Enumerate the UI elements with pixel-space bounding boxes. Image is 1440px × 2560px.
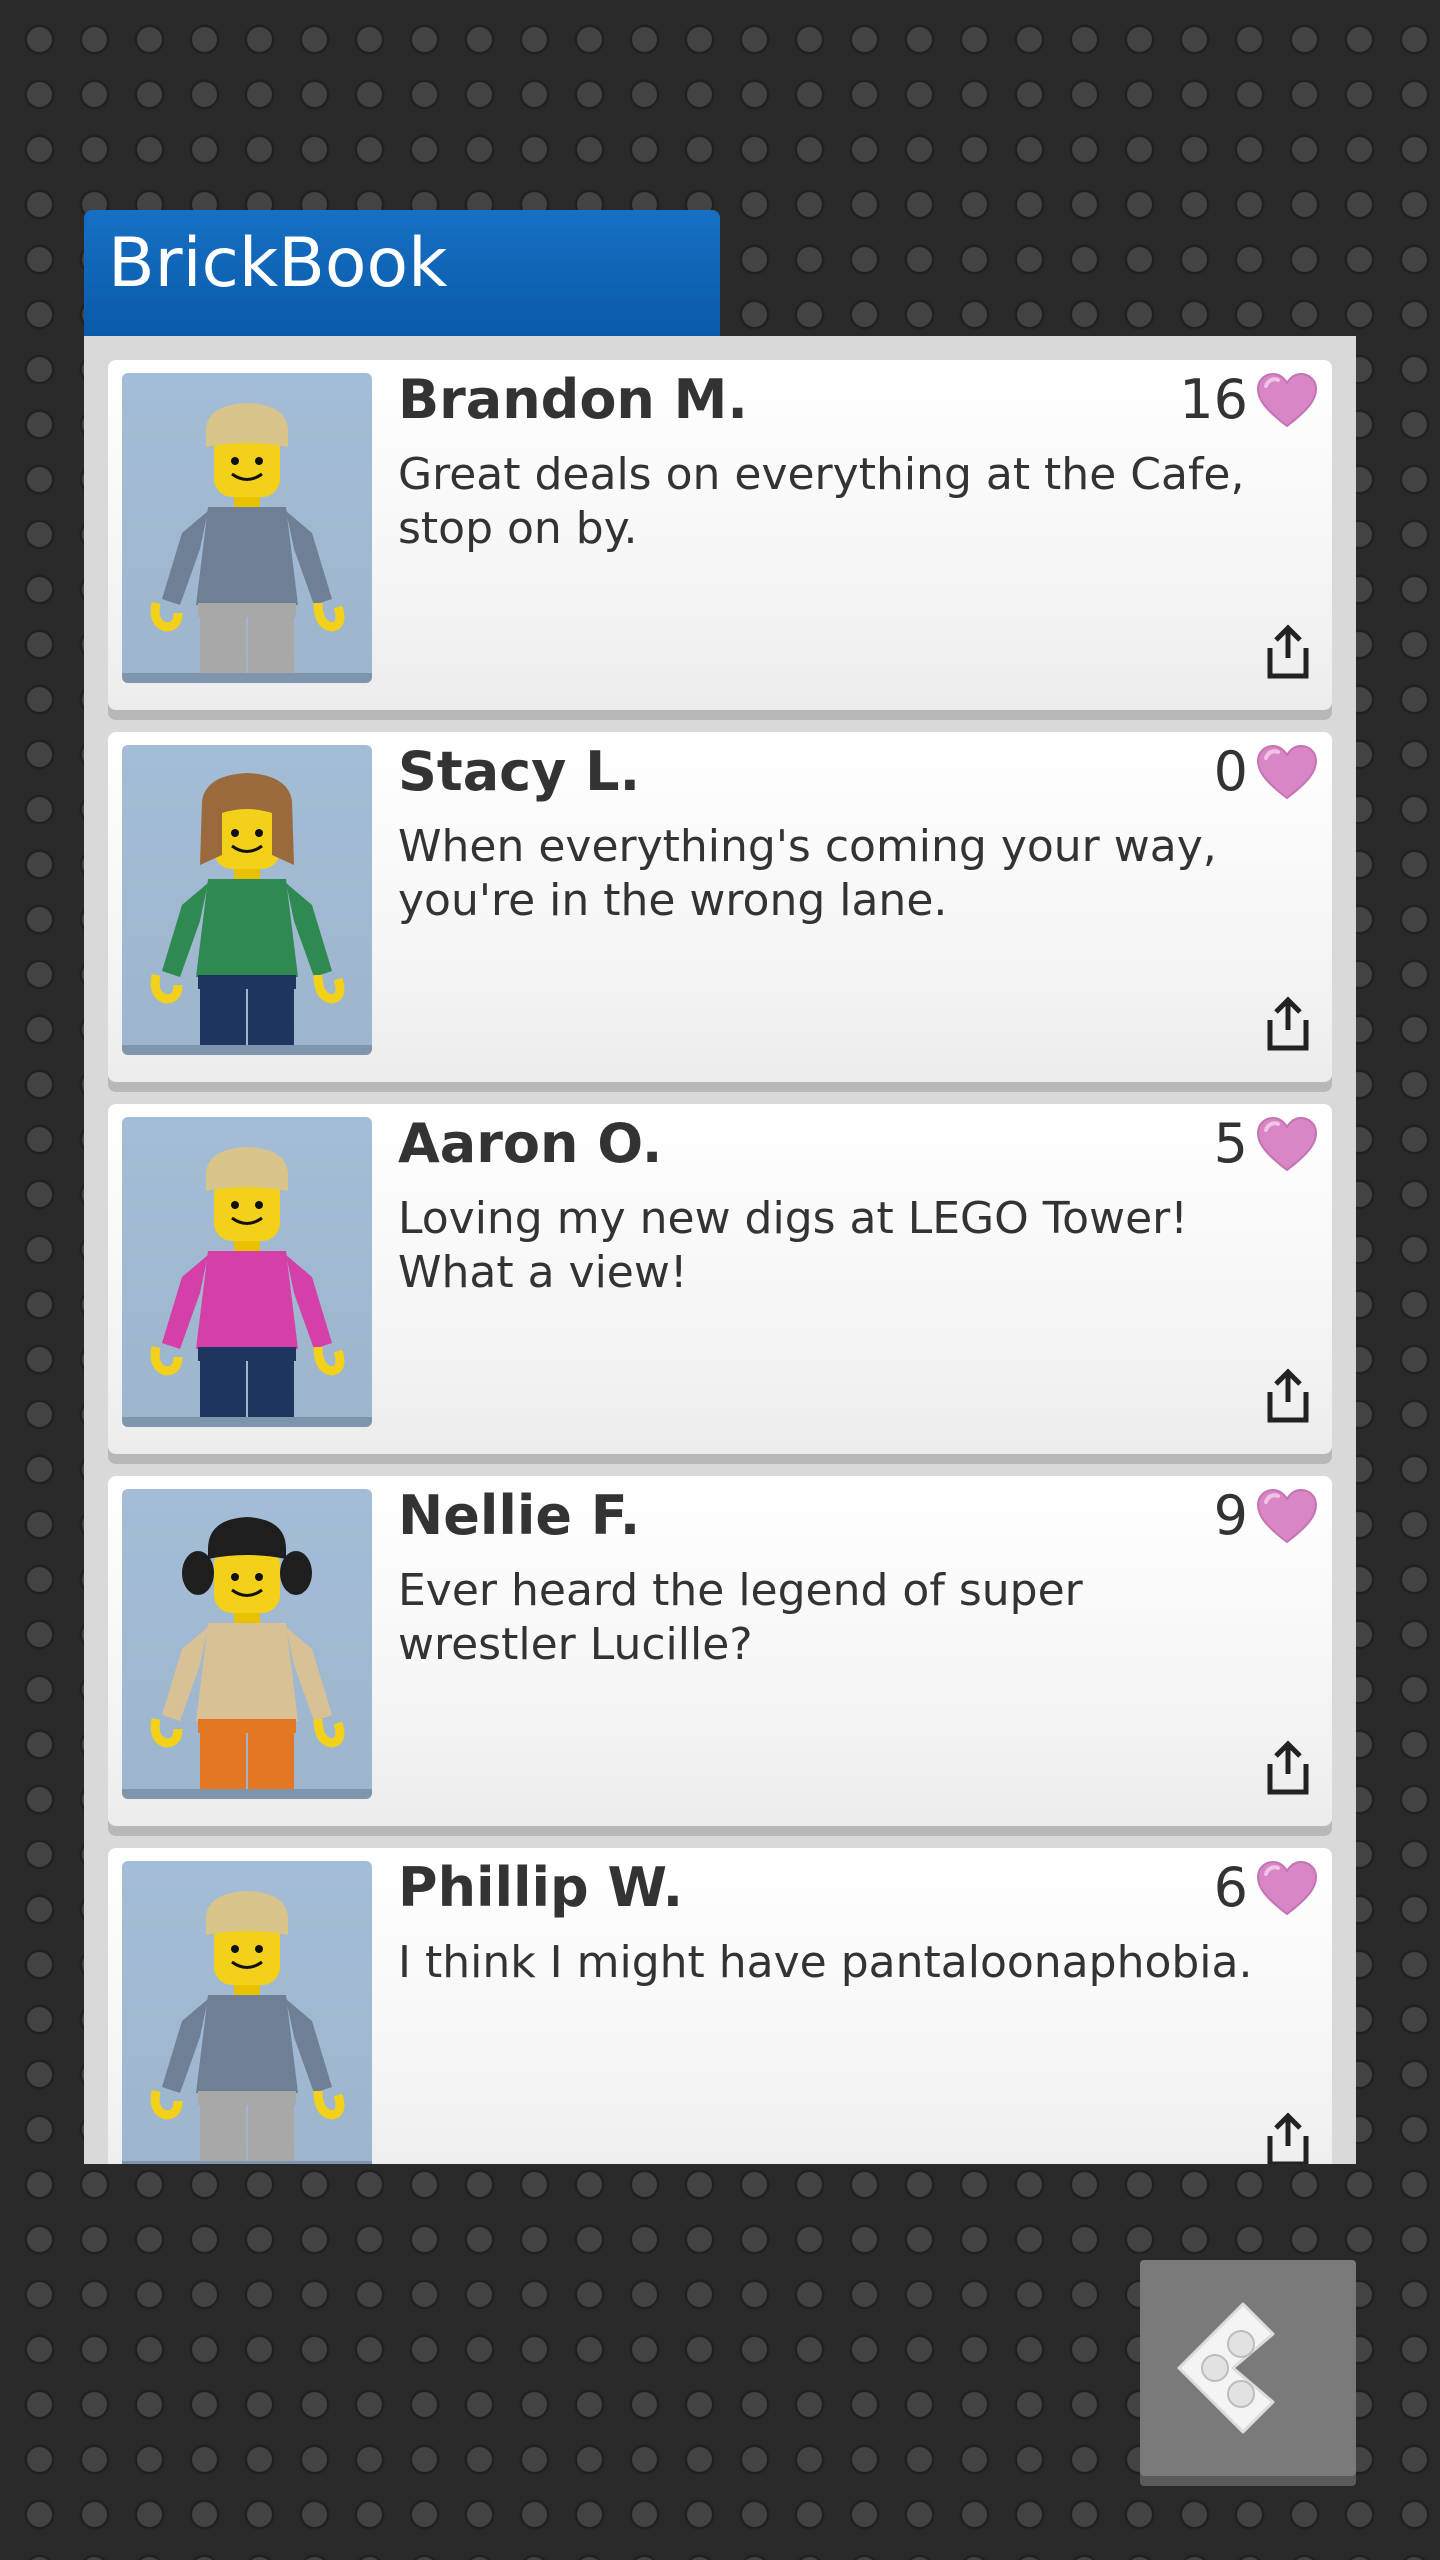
back-button[interactable] — [1140, 2260, 1356, 2476]
post-message: Ever heard the legend of super wrestler … — [398, 1565, 1083, 1671]
share-icon[interactable] — [1262, 2112, 1314, 2164]
like-count: 5 — [1213, 1112, 1248, 1175]
minifigure-image — [150, 1147, 345, 1417]
post-message: Loving my new digs at LEGO Tower! What a… — [398, 1193, 1188, 1299]
post-message: When everything's coming your way, you'r… — [398, 821, 1217, 927]
app-title: BrickBook — [108, 224, 448, 303]
back-arrow-icon — [1177, 2302, 1275, 2434]
share-icon[interactable] — [1262, 1740, 1314, 1796]
avatar[interactable] — [122, 373, 372, 683]
post-card[interactable]: Stacy L. 0 When everything's coming your… — [108, 732, 1332, 1082]
heart-icon[interactable] — [1256, 1488, 1318, 1544]
like-count: 6 — [1213, 1856, 1248, 1919]
post-author-name: Phillip W. — [398, 1856, 684, 1919]
minifigure-image — [150, 1517, 345, 1789]
avatar[interactable] — [122, 1861, 372, 2164]
heart-icon[interactable] — [1256, 372, 1318, 428]
post-card[interactable]: Brandon M. 16 Great deals on everything … — [108, 360, 1332, 710]
like-count: 0 — [1213, 740, 1248, 803]
share-icon[interactable] — [1262, 624, 1314, 680]
share-icon[interactable] — [1262, 1368, 1314, 1424]
like-count: 16 — [1179, 368, 1248, 431]
post-feed[interactable]: Brandon M. 16 Great deals on everything … — [84, 336, 1356, 2164]
like-counter[interactable]: 6 — [1214, 1858, 1318, 1917]
post-author-name: Stacy L. — [398, 740, 641, 803]
avatar[interactable] — [122, 1117, 372, 1427]
minifigure-image — [150, 1891, 345, 2161]
post-author-name: Aaron O. — [398, 1112, 663, 1175]
post-message: I think I might have pantaloonaphobia. — [398, 1937, 1253, 1988]
minifigure-image — [150, 773, 345, 1045]
avatar[interactable] — [122, 745, 372, 1055]
post-message: Great deals on everything at the Cafe, s… — [398, 449, 1245, 555]
post-card[interactable]: Phillip W. 6 I think I might have pantal… — [108, 1848, 1332, 2164]
share-icon[interactable] — [1262, 996, 1314, 1052]
like-counter[interactable]: 9 — [1214, 1486, 1318, 1545]
post-card[interactable]: Aaron O. 5 Loving my new digs at LEGO To… — [108, 1104, 1332, 1454]
post-author-name: Brandon M. — [398, 368, 748, 431]
heart-icon[interactable] — [1256, 744, 1318, 800]
like-counter[interactable]: 16 — [1179, 370, 1318, 429]
like-count: 9 — [1213, 1484, 1248, 1547]
heart-icon[interactable] — [1256, 1116, 1318, 1172]
avatar[interactable] — [122, 1489, 372, 1799]
heart-icon[interactable] — [1256, 1860, 1318, 1916]
like-counter[interactable]: 5 — [1214, 1114, 1318, 1173]
post-author-name: Nellie F. — [398, 1484, 641, 1547]
minifigure-image — [150, 403, 345, 673]
post-card[interactable]: Nellie F. 9 Ever heard the legend of sup… — [108, 1476, 1332, 1826]
title-tab: BrickBook — [84, 210, 720, 336]
like-counter[interactable]: 0 — [1214, 742, 1318, 801]
